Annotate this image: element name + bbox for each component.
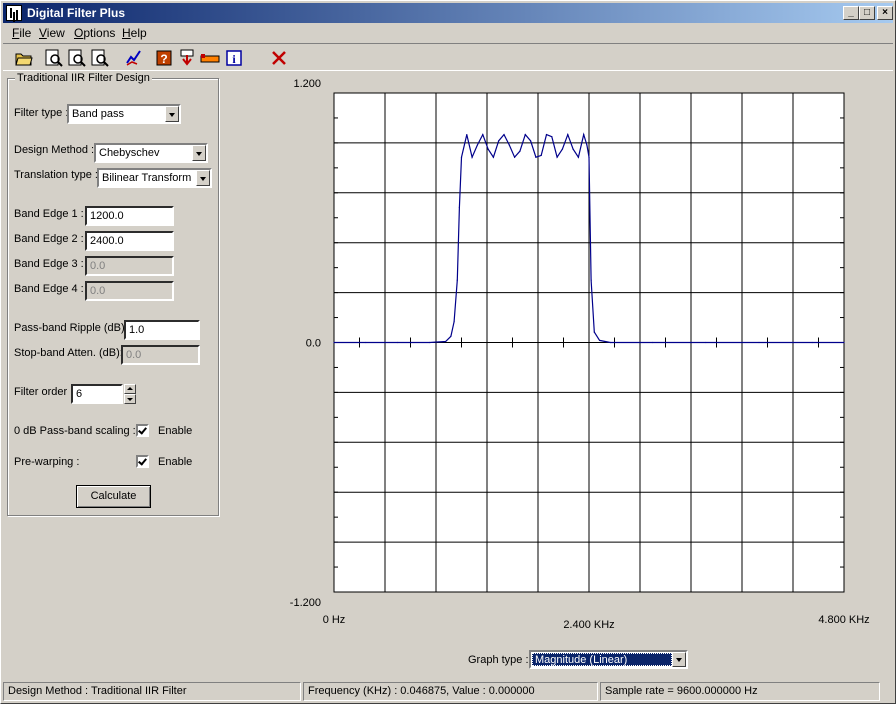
y-tick-label: 1.200 [293, 78, 321, 90]
status-sample-rate: Sample rate = 9600.000000 Hz [600, 682, 880, 701]
data-point [333, 341, 335, 344]
data-point [590, 279, 592, 281]
data-point [652, 341, 654, 344]
data-point [460, 156, 463, 158]
data-point [450, 335, 452, 337]
data-point [593, 331, 595, 333]
data-point [487, 148, 489, 150]
data-point [514, 156, 516, 158]
graph-type-select[interactable]: Magnitude (Linear) [529, 650, 688, 669]
y-tick-label: 0.0 [306, 338, 321, 350]
status-bar: Design Method : Traditional IIR Filter F… [3, 681, 895, 702]
data-point [551, 136, 553, 138]
data-point [705, 341, 707, 344]
y-tick-label: -1.200 [290, 597, 321, 609]
data-point [482, 133, 484, 136]
graph-type-label: Graph type : [468, 654, 529, 666]
data-point [456, 279, 458, 281]
data-point [811, 341, 813, 344]
data-point [471, 156, 473, 158]
data-point [524, 133, 526, 136]
data-point [758, 341, 760, 344]
data-point [567, 133, 569, 136]
data-point [498, 140, 500, 142]
data-point [843, 341, 845, 344]
data-point [508, 144, 510, 146]
x-tick-label: 0 Hz [323, 614, 346, 626]
data-point [586, 144, 588, 146]
status-design-method: Design Method : Traditional IIR Filter [3, 682, 301, 701]
data-point [492, 156, 494, 158]
data-point [577, 156, 579, 158]
data-point [583, 133, 585, 136]
data-point [599, 339, 601, 342]
data-point [476, 144, 479, 146]
main-window: Digital Filter Plus _ □ × File View Opti… [0, 0, 896, 704]
data-point [545, 133, 548, 136]
data-point [535, 156, 537, 158]
data-point [429, 341, 431, 344]
data-point [556, 156, 558, 158]
data-point [466, 133, 468, 136]
data-point [529, 140, 532, 142]
data-point [365, 341, 367, 344]
data-point [588, 156, 590, 158]
data-point [540, 154, 542, 156]
x-tick-label: 4.800 KHz [818, 614, 869, 626]
frequency-response-chart[interactable]: 1.200 0.0 -1.2000 Hz 2.400 KHz 4.800 KHz [1, 1, 896, 681]
data-point [503, 133, 505, 136]
graph-type-value: Magnitude (Linear) [532, 653, 672, 666]
data-point [609, 341, 611, 344]
data-point [444, 340, 447, 343]
status-frequency: Frequency (KHz) : 0.046875, Value : 0.00… [303, 682, 598, 701]
x-tick-label: 2.400 KHz [563, 619, 614, 631]
data-point [397, 341, 399, 344]
data-point [561, 148, 564, 150]
chevron-down-icon[interactable] [672, 652, 686, 667]
data-point [458, 206, 460, 208]
data-point [572, 148, 574, 150]
data-point [519, 150, 521, 152]
data-point [453, 321, 455, 323]
